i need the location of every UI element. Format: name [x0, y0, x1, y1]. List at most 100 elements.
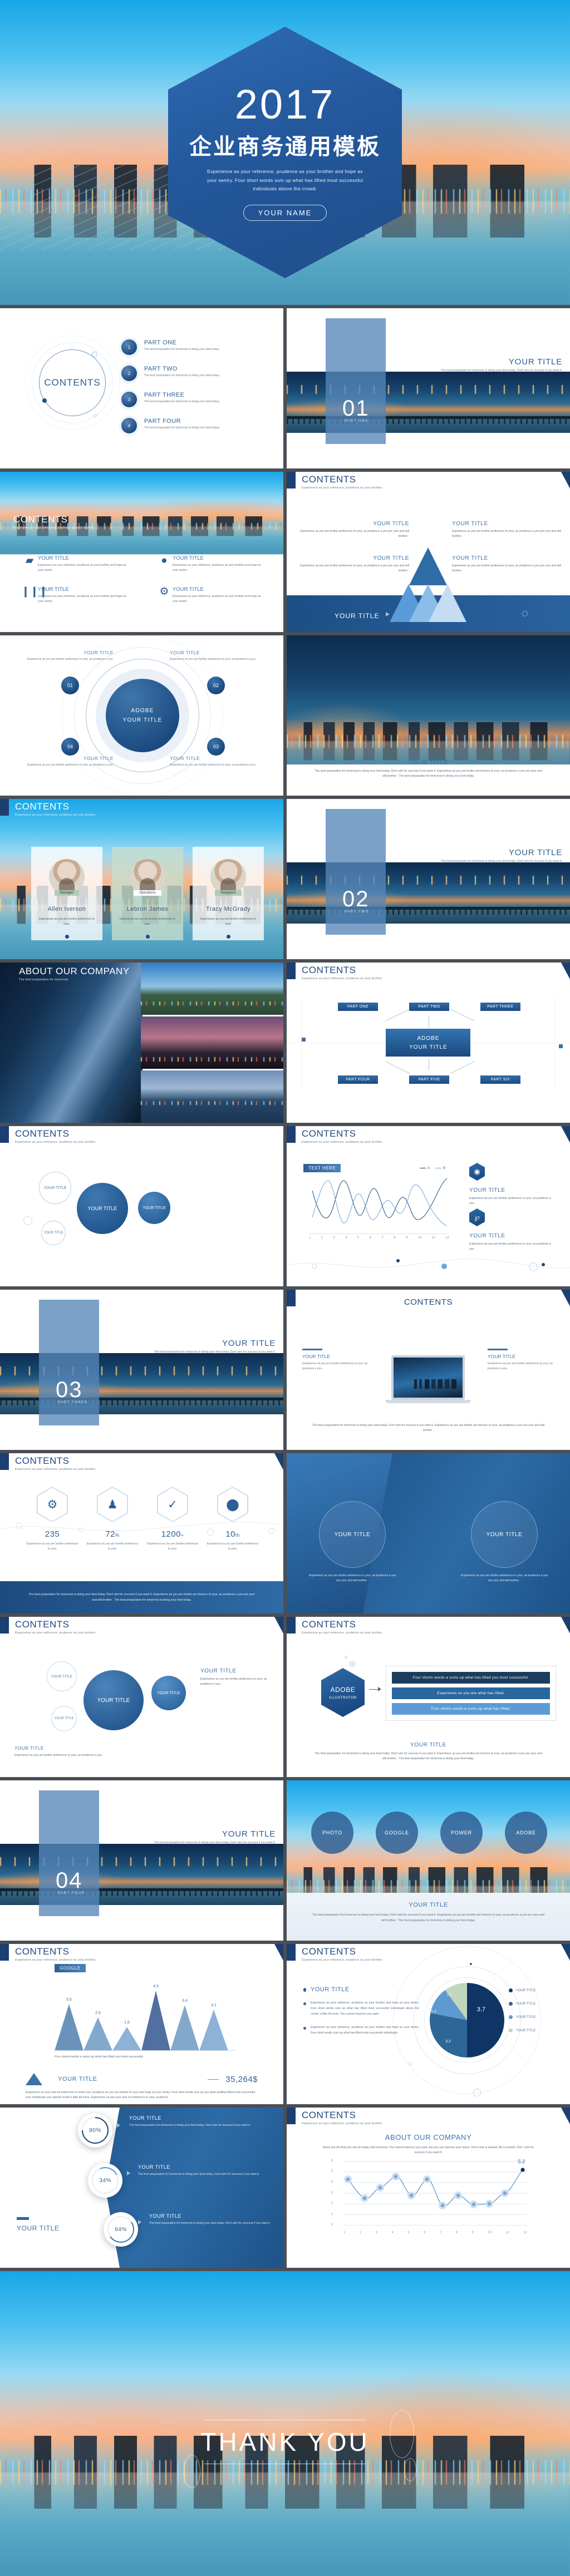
node-03[interactable]: 03: [207, 738, 225, 756]
donut-34[interactable]: 34%: [88, 2163, 122, 2198]
side-item-1[interactable]: ◉ YOUR TITLE Experience as you are broth…: [469, 1163, 556, 1206]
cover-author-badge[interactable]: YOUR NAME: [243, 205, 327, 221]
bubble-solid-2[interactable]: YOUR TITLE: [151, 1676, 186, 1710]
legend-item[interactable]: YOUR TITLE: [509, 1988, 564, 1992]
node-04[interactable]: 04: [61, 738, 79, 756]
slide-four-icons[interactable]: CONTENTS Experience as your reference, p…: [0, 472, 284, 632]
flow-box-part-six[interactable]: PART SIX: [480, 1075, 520, 1084]
flow-center[interactable]: ADOBE YOUR TITLE: [386, 1029, 471, 1057]
icon-item[interactable]: ▰ YOUR TITLE Experience as your referenc…: [21, 555, 131, 573]
stat-value: 235: [45, 1529, 60, 1539]
chart-legend: A B: [419, 1167, 445, 1170]
bubble-outline-1[interactable]: YOUR TITLE: [47, 1661, 77, 1691]
list-item[interactable]: 2 PART TWO The best preparation for tomo…: [121, 366, 272, 381]
section-title-block: YOUR TITLE The best preparation for tomo…: [441, 357, 562, 372]
icon-item[interactable]: ⚙ YOUR TITLE Experience as your referenc…: [156, 586, 266, 604]
slide-pyramid[interactable]: CONTENTS Experience as your reference, p…: [286, 472, 570, 632]
item-title: YOUR TITLE: [452, 555, 488, 561]
bubble-main[interactable]: YOUR TITLE: [83, 1670, 144, 1730]
section-label: PART FOUR: [58, 1892, 85, 1895]
header: CONTENTS Experience as your reference, p…: [302, 1128, 383, 1144]
node-01[interactable]: 01: [61, 677, 79, 694]
corner-accent-left: [0, 1617, 9, 1634]
slide-night-photo[interactable]: YOUR TITLE The best preparation for tomo…: [286, 635, 570, 796]
slide-final-line-chart[interactable]: CONTENTS Experience as your reference, p…: [286, 2108, 570, 2268]
list-item[interactable]: 3 PART THREE The best preparation for to…: [121, 392, 272, 407]
slide-laptop[interactable]: CONTENTS YOUR TITLE Experience as you ar…: [286, 1290, 570, 1450]
slide-bubble-group[interactable]: CONTENTS Experience as your reference, p…: [0, 1617, 284, 1777]
circle-solid-2[interactable]: YOUR TITLE: [138, 1192, 170, 1224]
photo-circle-photo[interactable]: PHOTO: [311, 1812, 353, 1854]
node-04-text: YOUR TITLE Experience as you are brothe …: [24, 756, 114, 768]
node-02[interactable]: 02: [207, 677, 225, 694]
slide-concentric-circles[interactable]: ADOBE YOUR TITLE 01 02 03 04 YOUR TITLE …: [0, 635, 284, 796]
donut-80[interactable]: 80%: [76, 2111, 114, 2149]
slide-thank-you[interactable]: THANK YOU: [0, 2271, 570, 2576]
stat-item[interactable]: ♟ 72% Experience as you are brothe arefe…: [86, 1487, 139, 1551]
slide-photo-circles[interactable]: PHOTO GOOGLE POWER ADOBE YOUR TITLE The …: [286, 1780, 570, 1941]
bar-item[interactable]: Four shorts words a sums up what has lif…: [391, 1672, 550, 1684]
quadrant-2[interactable]: YOUR TITLE Experience as you are brothe …: [452, 521, 563, 539]
circle-outline-3[interactable]: YOUR TITLE: [41, 1221, 66, 1245]
total-value: 35,264$: [225, 2074, 258, 2084]
pie-value-4: 1.2: [446, 1993, 452, 1997]
flow-box-part-four[interactable]: PART FOUR: [337, 1075, 378, 1084]
slide-section-01[interactable]: 01 PART ONE YOUR TITLE The best preparat…: [286, 308, 570, 468]
quadrant-1[interactable]: YOUR TITLE Experience as you are brothe …: [298, 521, 409, 539]
photo-circle-power[interactable]: POWER: [440, 1812, 483, 1854]
slide-stats[interactable]: CONTENTS Experience as your reference, p…: [0, 1453, 284, 1613]
stat-item[interactable]: ✓ 1200+ Experience as you are brothe are…: [146, 1487, 199, 1551]
page-subtitle: Experience as your reference, prudence a…: [15, 1468, 96, 1471]
slide-cover[interactable]: 2017 企业商务通用模板 Experience as your referen…: [0, 0, 570, 305]
slide-curve-chart[interactable]: CONTENTS Experience as your reference, p…: [286, 1126, 570, 1286]
legend-item[interactable]: YOUR TITLE: [509, 2029, 564, 2032]
stat-item[interactable]: ⚙ 235 Experience as you are brothe arefe…: [26, 1487, 79, 1551]
slide-team[interactable]: CONTENTS Experience as your reference, p…: [0, 799, 284, 959]
right-text-block[interactable]: YOUR TITLE Experience as you are brothe …: [488, 1349, 554, 1371]
pyramid-top: [409, 547, 448, 585]
donut-64[interactable]: 64%: [104, 2212, 138, 2247]
team-card[interactable]: Designers Tracy McGrady Experience as yo…: [193, 847, 264, 940]
flow-box-part-one[interactable]: PART ONE: [337, 1003, 378, 1011]
slide-section-02[interactable]: 02 PART TWO YOUR TITLE The best preparat…: [286, 799, 570, 959]
list-item[interactable]: 1 PART ONE The best preparation for tomo…: [121, 339, 272, 355]
bubble-outline-2[interactable]: YOUR TITLE: [51, 1706, 77, 1731]
slide-two-circles-dark[interactable]: YOUR TITLE YOUR TITLE Experience as you …: [286, 1453, 570, 1613]
item-title: PART TWO: [144, 366, 178, 372]
legend-item[interactable]: YOUR TITLE: [509, 2015, 564, 2019]
bar-item[interactable]: Experience as you are what has lifted.: [391, 1687, 550, 1699]
slide-adobe-bars[interactable]: CONTENTS Experience as your reference, p…: [286, 1617, 570, 1777]
bar-item[interactable]: Four shorts words a sums up what has lif…: [391, 1703, 550, 1715]
slide-about-company[interactable]: ABOUT OUR COMPANY The best preparation f…: [0, 963, 284, 1123]
legend-item[interactable]: YOUR TITLE: [509, 2002, 564, 2006]
team-card[interactable]: Operations Lebron James Experience as yo…: [112, 847, 183, 940]
list-item[interactable]: 4 PART FOUR The best preparation for tom…: [121, 418, 272, 433]
circle-outline-1[interactable]: YOUR TITLE: [39, 1172, 71, 1204]
slide-pie-chart[interactable]: CONTENTS Experience as your reference, p…: [286, 1944, 570, 2104]
slide-section-04[interactable]: 04 PART FOUR YOUR TITLE The best prepara…: [0, 1780, 284, 1941]
adobe-hexagon[interactable]: ADOBE ILLUSTRATOR: [321, 1668, 365, 1717]
circle-main[interactable]: YOUR TITLE: [77, 1183, 128, 1234]
circle-left[interactable]: YOUR TITLE: [318, 1501, 386, 1568]
icon-item[interactable]: ❙❙❙ YOUR TITLE Experience as your refere…: [21, 586, 131, 604]
circle-right[interactable]: YOUR TITLE: [471, 1501, 538, 1568]
flow-box-part-two[interactable]: PART TWO: [409, 1003, 449, 1011]
slide-section-03[interactable]: 03 PART THREE YOUR TITLE The best prepar…: [0, 1290, 284, 1450]
flow-box-part-five[interactable]: PART FIVE: [409, 1075, 449, 1084]
flow-box-part-three[interactable]: PART THREE: [480, 1003, 520, 1011]
team-card[interactable]: Manager Allen Iverson Experience as you …: [31, 847, 102, 940]
slide-circle-group[interactable]: CONTENTS Experience as your reference, p…: [0, 1126, 284, 1286]
decorative-circle: [522, 611, 528, 616]
side-item-2[interactable]: ℘ YOUR TITLE Experience as you are broth…: [469, 1208, 556, 1252]
photo-circle-adobe[interactable]: ADOBE: [504, 1812, 547, 1854]
slide-mountain-chart[interactable]: CONTENTS Experience as your reference, p…: [0, 1944, 284, 2104]
quadrant-3[interactable]: YOUR TITLE Experience as you are brothe …: [298, 555, 409, 574]
photo-circle-google[interactable]: GOOGLE: [375, 1812, 418, 1854]
slide-kpi-donuts[interactable]: YOUR TITLE 80% YOUR TITLE The best prepa…: [0, 2108, 284, 2268]
slide-contents[interactable]: CONTENTS 1 PART ONE The best preparation…: [0, 308, 284, 468]
left-text-block[interactable]: YOUR TITLE Experience as you are brothe …: [302, 1349, 369, 1371]
icon-item[interactable]: ● YOUR TITLE Experience as your referenc…: [156, 555, 266, 573]
slide-flowchart[interactable]: CONTENTS Experience as your reference, p…: [286, 963, 570, 1123]
quadrant-4[interactable]: YOUR TITLE Experience as you are brothe …: [452, 555, 563, 574]
stat-item[interactable]: ⬤ 10th Experience as you are brothe aref…: [206, 1487, 259, 1551]
